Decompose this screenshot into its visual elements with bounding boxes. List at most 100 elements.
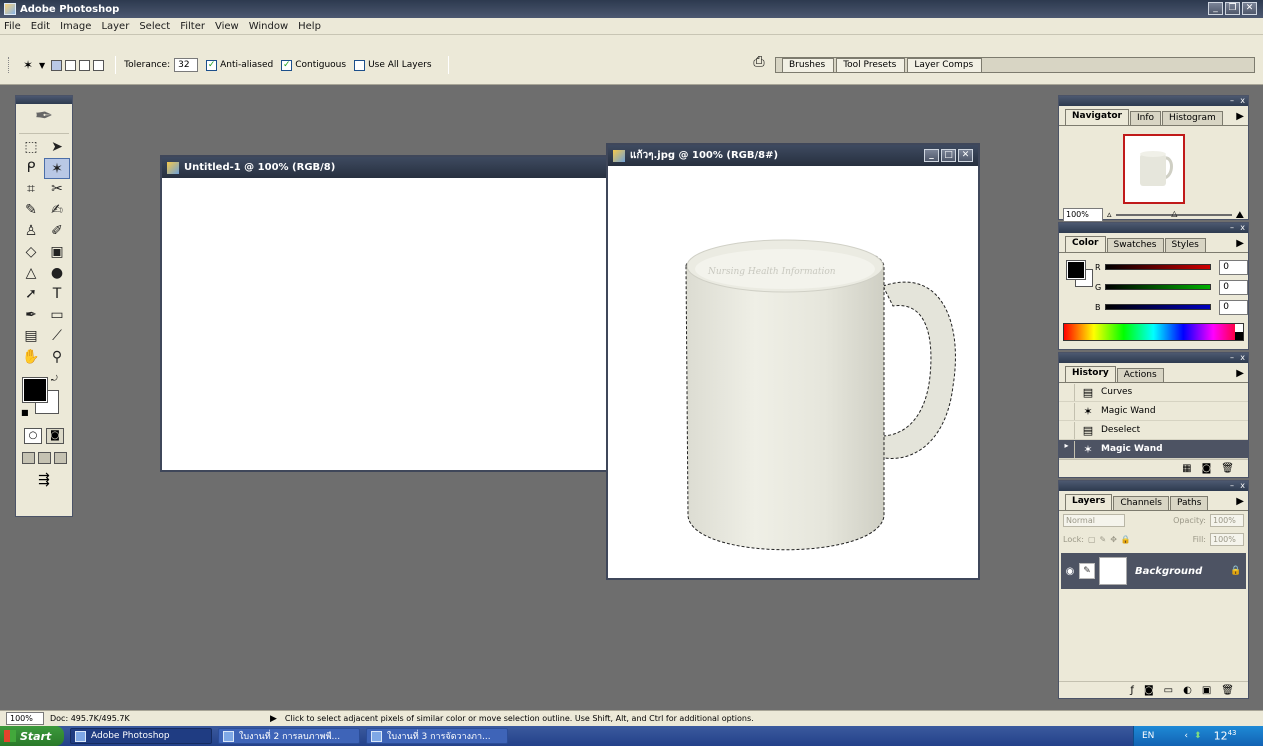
layer-row-background[interactable]: ◉ ✎ Background 🔒 <box>1061 553 1246 589</box>
magic-wand-tool-icon[interactable]: ✶ <box>44 158 70 179</box>
document-title-bar[interactable]: Untitled-1 @ 100% (RGB/8) <box>162 157 610 178</box>
gradient-tool-icon[interactable]: ▣ <box>44 242 70 263</box>
history-item-selected[interactable]: ▸ ✶ Magic Wand <box>1059 440 1248 459</box>
tab-channels[interactable]: Channels <box>1113 496 1169 510</box>
zoom-out-icon[interactable]: ▵ <box>1107 210 1112 220</box>
status-zoom-input[interactable]: 100% <box>6 712 44 725</box>
use-all-layers-checkbox[interactable] <box>354 59 366 71</box>
new-layer-icon[interactable]: ▣ <box>1202 685 1211 696</box>
start-button[interactable]: Start <box>0 726 64 746</box>
panel-menu-icon[interactable]: ▶ <box>1236 111 1244 122</box>
subtract-selection-button[interactable] <box>79 59 91 71</box>
zoom-slider-knob[interactable]: △ <box>1171 209 1177 218</box>
minimize-button[interactable]: _ <box>1208 2 1223 15</box>
blend-mode-select[interactable]: Normal <box>1063 514 1125 527</box>
menu-window[interactable]: Window <box>249 21 288 32</box>
language-indicator[interactable]: EN <box>1142 731 1154 741</box>
move-tool-icon[interactable]: ➤ <box>44 137 70 158</box>
tool-preset-dropdown[interactable]: ▼ <box>39 61 45 70</box>
new-snapshot-icon[interactable]: ◙ <box>1202 463 1212 474</box>
panel-menu-icon[interactable]: ▶ <box>1236 368 1244 379</box>
status-menu-icon[interactable]: ▶ <box>270 714 277 724</box>
tab-histogram[interactable]: Histogram <box>1162 111 1223 125</box>
eyedropper-tool-icon[interactable]: ⟋ <box>44 326 70 347</box>
type-tool-icon[interactable]: T <box>44 284 70 305</box>
adjustment-layer-icon[interactable]: ◐ <box>1183 685 1192 696</box>
standard-screen-button[interactable] <box>21 452 35 464</box>
feather-logo-icon[interactable]: ✒ <box>19 104 69 134</box>
lock-position-icon[interactable]: ✥ <box>1110 535 1117 544</box>
red-value[interactable]: 0 <box>1219 259 1248 275</box>
tab-layers[interactable]: Layers <box>1065 494 1113 510</box>
menu-help[interactable]: Help <box>298 21 321 32</box>
green-slider[interactable] <box>1104 284 1212 290</box>
fill-input[interactable]: 100% <box>1210 533 1244 546</box>
restore-button[interactable]: ❐ <box>1225 2 1240 15</box>
tab-color[interactable]: Color <box>1065 236 1106 252</box>
standard-mode-button[interactable]: ○ <box>24 428 42 444</box>
opacity-input[interactable]: 100% <box>1210 514 1244 527</box>
pen-tool-icon[interactable]: ✒ <box>18 305 44 326</box>
full-screen-menu-button[interactable] <box>37 452 51 464</box>
red-slider[interactable] <box>1104 264 1212 270</box>
layer-mask-icon[interactable]: ◙ <box>1144 685 1154 696</box>
jump-to-imageready-icon[interactable]: ⇶ <box>16 472 72 494</box>
document-title-bar[interactable]: แก้วๆ.jpg @ 100% (RGB/8#) _ □ ✕ <box>608 145 978 166</box>
menu-filter[interactable]: Filter <box>180 21 205 32</box>
foreground-color[interactable] <box>22 377 48 403</box>
color-fg-swatch[interactable] <box>1066 260 1086 280</box>
tab-brushes[interactable]: Brushes <box>782 58 835 72</box>
tab-tool-presets[interactable]: Tool Presets <box>836 58 906 72</box>
default-colors-icon[interactable]: ■ <box>21 408 29 417</box>
tolerance-input[interactable]: 32 <box>174 58 199 72</box>
lock-all-icon[interactable]: 🔒 <box>1121 535 1131 544</box>
panel-menu-icon[interactable]: ▶ <box>1236 496 1244 507</box>
color-ramp[interactable] <box>1063 323 1244 341</box>
lock-pixels-icon[interactable]: ✎ <box>1100 535 1107 544</box>
tab-styles[interactable]: Styles <box>1164 238 1206 252</box>
menu-image[interactable]: Image <box>60 21 91 32</box>
eraser-tool-icon[interactable]: ◇ <box>18 242 44 263</box>
zoom-in-icon[interactable]: ⛰ <box>1236 210 1244 221</box>
history-item[interactable]: ▤ Deselect <box>1059 421 1248 440</box>
options-grip[interactable] <box>8 57 11 73</box>
task-word-doc-3[interactable]: ใบงานที่ 3 การจัดวางภา... <box>366 728 508 744</box>
visibility-eye-icon[interactable]: ◉ <box>1061 566 1079 577</box>
green-value[interactable]: 0 <box>1219 279 1248 295</box>
new-group-icon[interactable]: ▭ <box>1164 685 1173 696</box>
canvas-blank[interactable] <box>162 178 610 468</box>
hand-tool-icon[interactable]: ✋ <box>18 347 44 368</box>
shape-tool-icon[interactable]: ▭ <box>44 305 70 326</box>
marquee-tool-icon[interactable]: ⬚ <box>18 137 44 158</box>
tab-layer-comps[interactable]: Layer Comps <box>907 58 983 72</box>
anti-aliased-checkbox[interactable]: ✓ <box>206 59 218 71</box>
network-icon[interactable]: ⬍ <box>1194 731 1202 741</box>
task-photoshop[interactable]: Adobe Photoshop <box>70 728 212 744</box>
lock-transparency-icon[interactable]: ▢ <box>1088 535 1096 544</box>
tab-history[interactable]: History <box>1065 366 1116 382</box>
history-item[interactable]: ✶ Magic Wand <box>1059 402 1248 421</box>
panel-header[interactable]: – x <box>1059 223 1248 233</box>
history-brush-icon[interactable]: ✐ <box>44 221 70 242</box>
tab-info[interactable]: Info <box>1130 111 1162 125</box>
menu-file[interactable]: File <box>4 21 21 32</box>
trash-icon[interactable]: 🗑 <box>1221 463 1234 474</box>
full-screen-button[interactable] <box>53 452 67 464</box>
clone-stamp-icon[interactable]: ♙ <box>18 221 44 242</box>
blue-slider[interactable] <box>1104 304 1212 310</box>
navigator-zoom-input[interactable]: 100% <box>1063 208 1103 222</box>
swap-colors-icon[interactable]: ⤾ <box>51 374 58 384</box>
tab-actions[interactable]: Actions <box>1116 368 1164 382</box>
layer-name[interactable]: Background <box>1135 566 1230 577</box>
tab-swatches[interactable]: Swatches <box>1106 238 1164 252</box>
tab-paths[interactable]: Paths <box>1169 496 1209 510</box>
notes-tool-icon[interactable]: ▤ <box>18 326 44 347</box>
intersect-selection-button[interactable] <box>93 59 105 71</box>
close-button[interactable]: ✕ <box>1242 2 1257 15</box>
delete-layer-icon[interactable]: 🗑 <box>1221 685 1234 696</box>
tab-navigator[interactable]: Navigator <box>1065 109 1129 125</box>
brush-tool-icon[interactable]: ✍ <box>44 200 70 221</box>
new-selection-button[interactable] <box>51 59 63 71</box>
blur-tool-icon[interactable]: △ <box>18 263 44 284</box>
task-word-doc-2[interactable]: ใบงานที่ 2 การลบภาพพื... <box>218 728 360 744</box>
